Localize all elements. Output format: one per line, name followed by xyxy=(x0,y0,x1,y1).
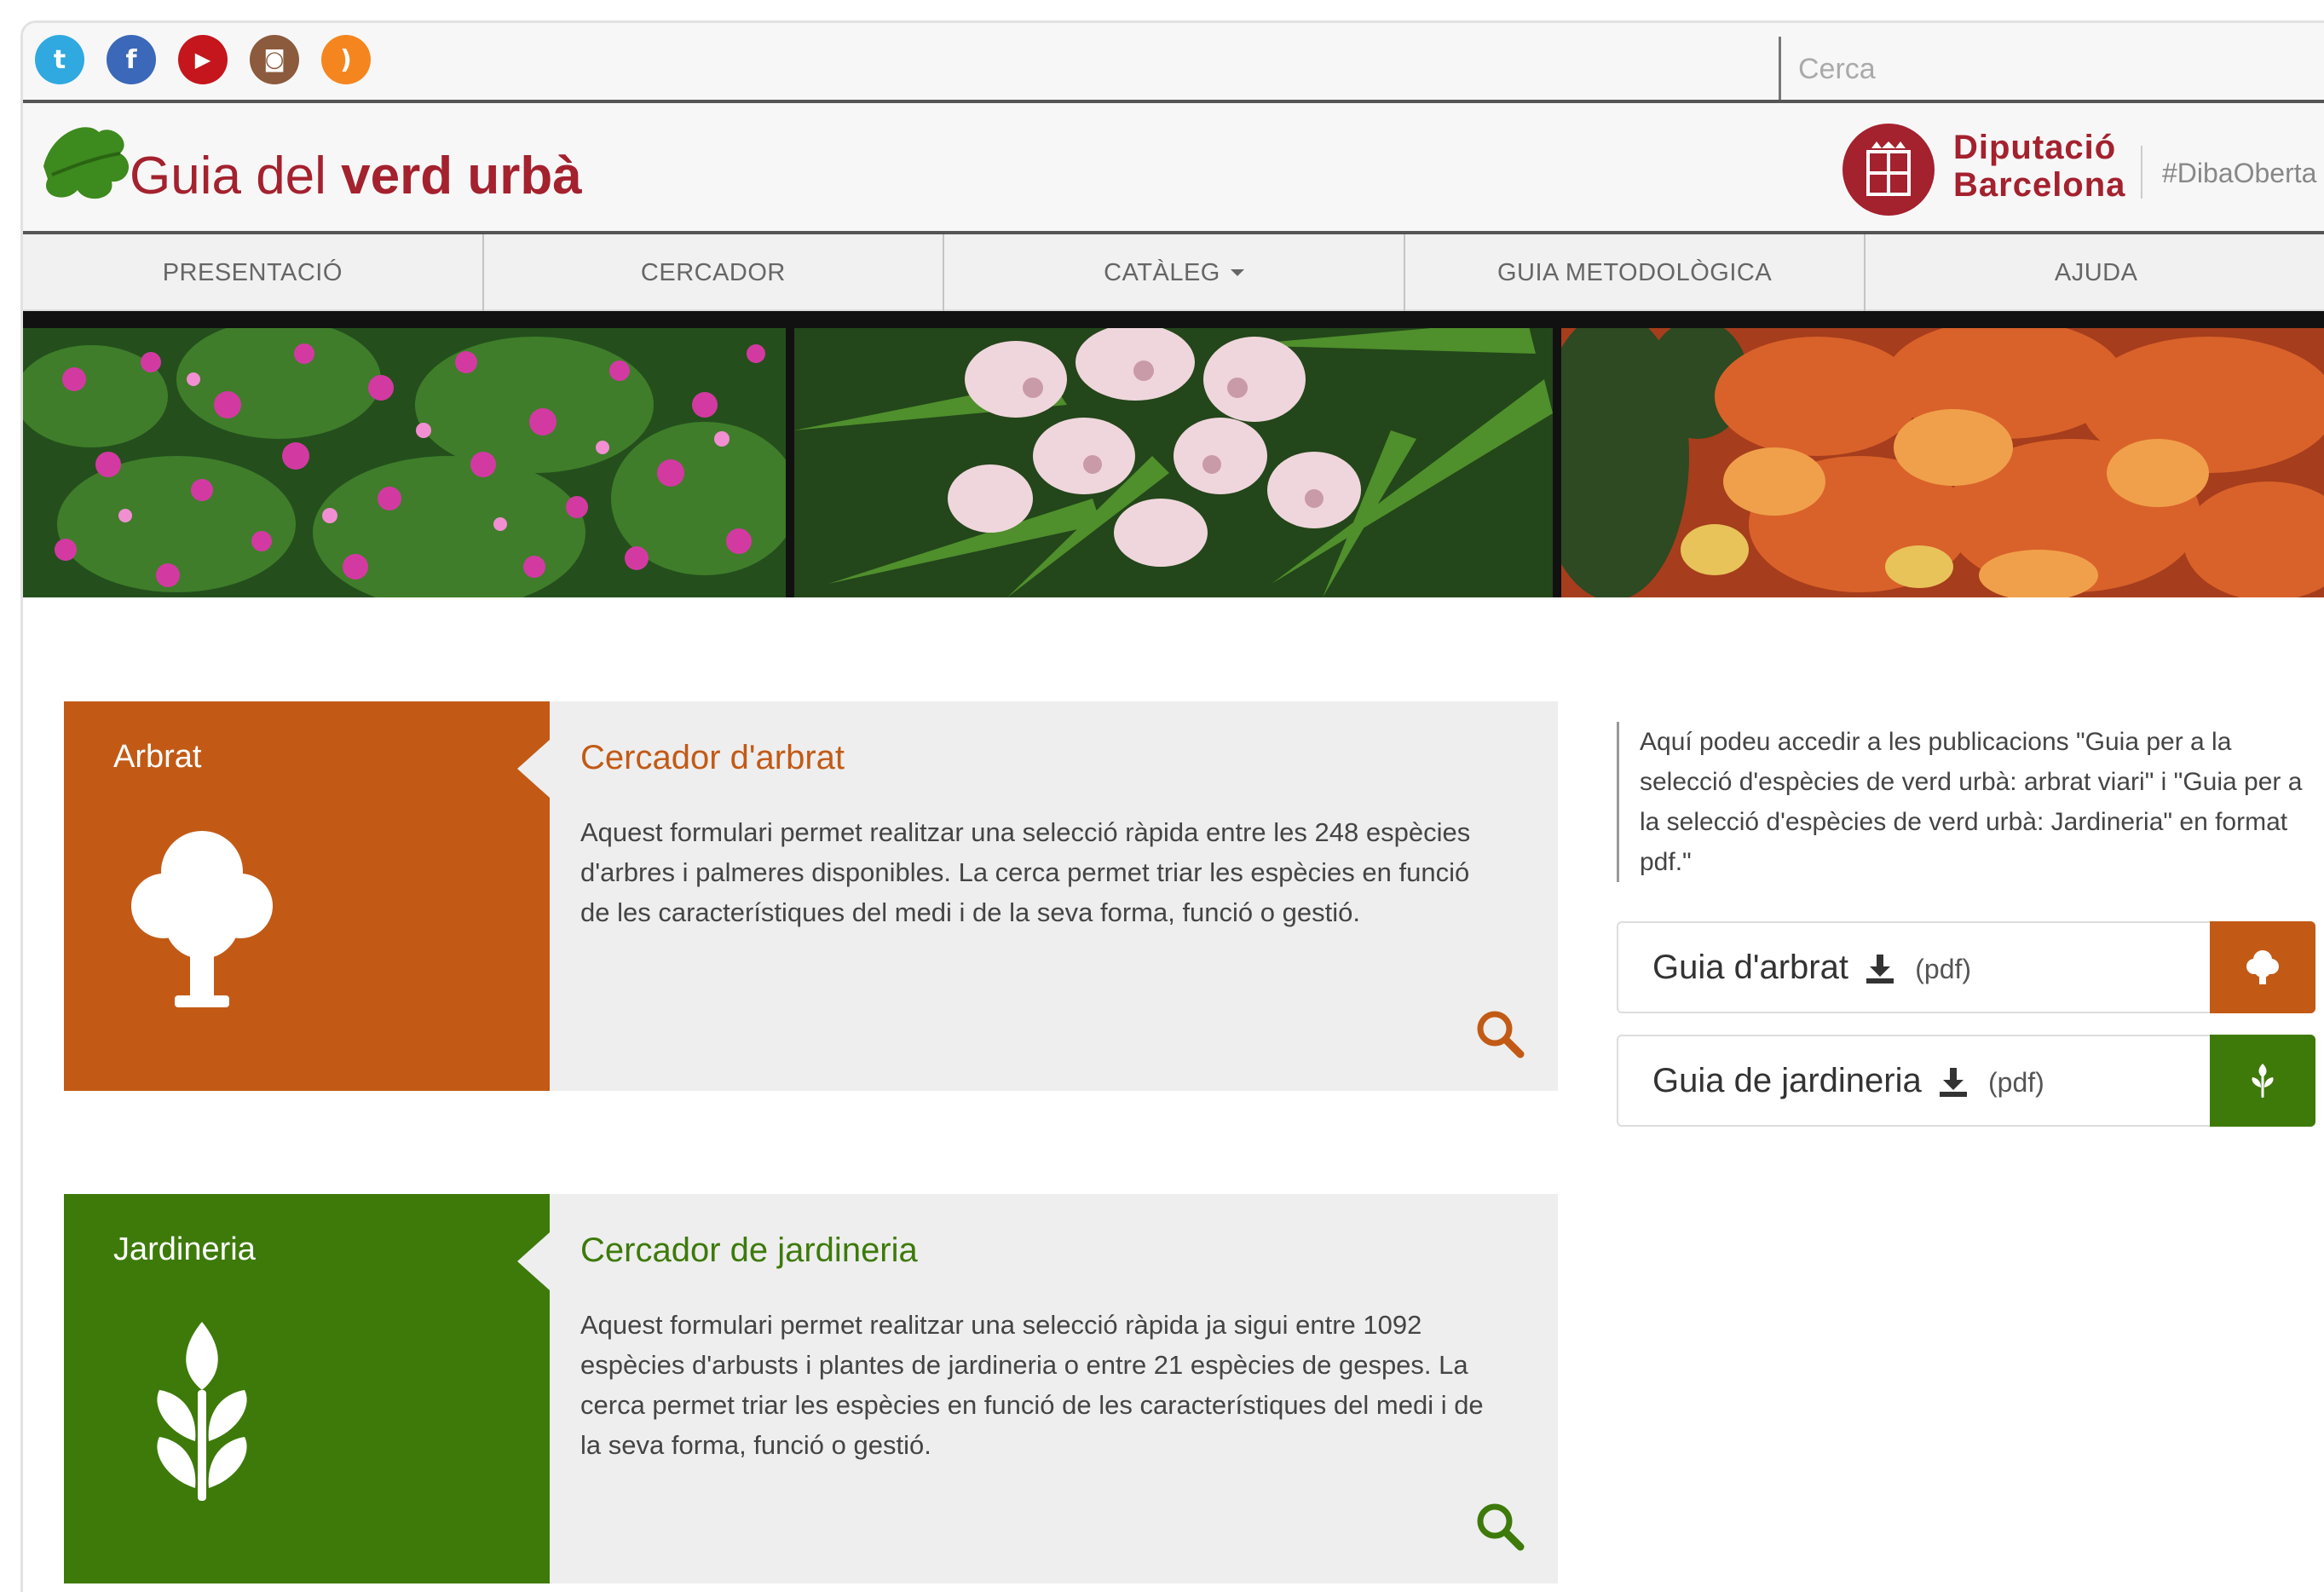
tree-badge xyxy=(2210,921,2315,1013)
social-links: t f ▶ ◙ ) xyxy=(35,35,371,84)
search-input[interactable] xyxy=(1798,43,2275,95)
nav-item-presentacio[interactable]: PRESENTACIÓ xyxy=(23,234,484,311)
tree-icon xyxy=(131,831,273,1007)
site-title-bold: verd urbà xyxy=(341,147,582,205)
search-box xyxy=(1779,37,2324,100)
divider xyxy=(2141,146,2142,199)
download-title: Guia de jardineria xyxy=(1652,1062,1922,1099)
instagram-icon[interactable]: ◙ xyxy=(250,35,299,84)
hashtag-link[interactable]: #DibaOberta xyxy=(2162,158,2316,189)
plant-sprout-icon xyxy=(2252,1064,2274,1098)
card-arbrat: Arbrat Cercador d'arbrat Aquest formular… xyxy=(64,701,1558,1091)
nav-item-ajuda[interactable]: AJUDA xyxy=(1866,234,2324,311)
banner-image-pink-flowers xyxy=(23,328,786,597)
caret-down-icon xyxy=(1230,269,1244,276)
download-guia-jardineria[interactable]: Guia de jardineria (pdf) xyxy=(1617,1035,2315,1127)
plant-sprout-icon xyxy=(157,1322,247,1501)
card-jardineria: Jardineria Cercador de jardineria Aquest… xyxy=(64,1194,1558,1583)
card-side-jardineria[interactable]: Jardineria xyxy=(64,1194,550,1583)
site-header: Guia del verd urbà Diputació Barcelona #… xyxy=(23,103,2324,234)
main-nav: PRESENTACIÓ CERCADOR CATÀLEG GUIA METODO… xyxy=(23,234,2324,311)
card-side-arbrat[interactable]: Arbrat xyxy=(64,701,550,1091)
banner-image-white-flowers xyxy=(794,328,1553,597)
download-label: Guia d'arbrat (pdf) xyxy=(1652,949,1971,987)
site-title-plain: Guia del xyxy=(130,147,342,205)
leaf-logo-icon[interactable] xyxy=(35,115,137,209)
nav-item-guia-metodologica[interactable]: GUIA METODOLÒGICA xyxy=(1405,234,1866,311)
nav-item-cataleg[interactable]: CATÀLEG xyxy=(944,234,1405,311)
browser-frame: t f ▶ ◙ ) Guia del verd urbà xyxy=(20,20,2324,1592)
diba-brand-line2: Barcelona xyxy=(1953,166,2126,204)
banner-top-strip xyxy=(23,311,2324,328)
card-description: Aquest formulari permet realitzar una se… xyxy=(580,817,1471,927)
nav-item-cercador[interactable]: CERCADOR xyxy=(484,234,945,311)
search-icon[interactable] xyxy=(1474,1501,1525,1552)
nav-item-label: PRESENTACIÓ xyxy=(162,258,343,286)
nav-item-label: AJUDA xyxy=(2054,258,2138,286)
diba-brand-name[interactable]: Diputació Barcelona xyxy=(1953,129,2125,204)
card-title[interactable]: Cercador d'arbrat xyxy=(580,739,845,777)
banner-divider xyxy=(1553,328,1561,597)
download-icon xyxy=(1866,955,1894,984)
site-title[interactable]: Guia del verd urbà xyxy=(130,146,582,206)
search-icon[interactable] xyxy=(1474,1008,1525,1059)
download-label: Guia de jardineria (pdf) xyxy=(1652,1062,2044,1100)
diba-emblem-icon[interactable] xyxy=(1842,124,1935,216)
nav-item-label: CERCADOR xyxy=(640,258,786,286)
tree-icon xyxy=(2246,950,2279,984)
nav-item-label: CATÀLEG xyxy=(1104,258,1220,286)
download-icon xyxy=(1939,1068,1967,1098)
download-guia-arbrat[interactable]: Guia d'arbrat (pdf) xyxy=(1617,921,2315,1013)
download-format: (pdf) xyxy=(1988,1067,2044,1098)
top-bar: t f ▶ ◙ ) xyxy=(23,23,2324,103)
card-notch xyxy=(517,1232,550,1290)
download-format: (pdf) xyxy=(1915,954,1972,984)
sprout-badge xyxy=(2210,1035,2315,1127)
card-side-title: Arbrat xyxy=(113,739,202,775)
publications-intro: Aquí podeu accedir a les publicacions "G… xyxy=(1617,722,2307,882)
banner-divider xyxy=(786,328,794,597)
twitter-icon[interactable]: t xyxy=(35,35,84,84)
youtube-icon[interactable]: ▶ xyxy=(178,35,228,84)
nav-item-label: GUIA METODOLÒGICA xyxy=(1496,258,1773,286)
banner-image-autumn-tree xyxy=(1561,328,2324,597)
download-title: Guia d'arbrat xyxy=(1652,949,1848,986)
card-notch xyxy=(517,740,550,798)
diba-brand-line1: Diputació xyxy=(1953,129,2117,166)
facebook-icon[interactable]: f xyxy=(107,35,156,84)
rss-icon[interactable]: ) xyxy=(321,35,371,84)
card-side-title: Jardineria xyxy=(113,1231,256,1267)
card-title[interactable]: Cercador de jardineria xyxy=(580,1231,918,1270)
card-description: Aquest formulari permet realitzar una se… xyxy=(580,1310,1484,1460)
